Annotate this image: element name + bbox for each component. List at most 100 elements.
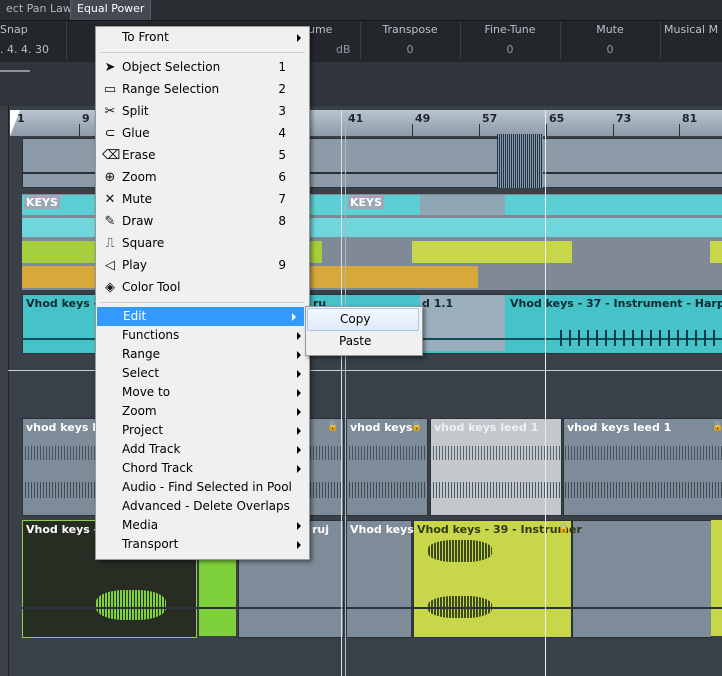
event-title: KEYS: [24, 196, 60, 209]
menu-item-range-selection[interactable]: ▭ Range Selection 2: [96, 80, 309, 99]
menu-item-zoom[interactable]: Zoom: [96, 402, 309, 421]
glue-icon: ⊂: [104, 126, 116, 141]
ruler-tick-label: 57: [482, 112, 498, 125]
fine-tune-label: Fine-Tune: [484, 23, 536, 36]
event-title: vhod keys leed 1: [434, 421, 539, 434]
submenu-arrow-icon: [297, 408, 301, 416]
menu-item-move-to[interactable]: Move to: [96, 383, 309, 402]
pencil-icon: ✎: [104, 214, 116, 229]
submenu-arrow-icon: [297, 541, 301, 549]
event-title: vhod keys: [350, 421, 413, 434]
submenu-arrow-icon: [297, 389, 301, 397]
range-selection-icon: ▭: [103, 82, 117, 97]
waveform-burst: [560, 330, 720, 346]
audio-event[interactable]: [572, 520, 712, 638]
left-locator-line: [341, 110, 342, 676]
menu-item-mute[interactable]: ✕ Mute 7: [96, 190, 309, 209]
keys-lane-yellow[interactable]: [710, 241, 722, 263]
tab-equal-power[interactable]: Equal Power: [70, 0, 152, 20]
ruler-tick: [79, 124, 80, 136]
ruler-tick: [546, 124, 547, 136]
menu-item-to-front[interactable]: To Front: [96, 28, 309, 47]
submenu-arrow-icon: [297, 446, 301, 454]
ruler-tick: [479, 124, 480, 136]
menu-item-glue[interactable]: ⊂ Glue 4: [96, 124, 309, 143]
magnifier-icon: ⊕: [104, 170, 116, 185]
submenu-item-paste[interactable]: Paste: [307, 331, 417, 352]
ruler-tick-label: 1: [17, 112, 25, 125]
tab-pan-law[interactable]: ect Pan Law: [0, 0, 78, 20]
mute-label: Mute: [596, 23, 624, 36]
menu-item-play[interactable]: ◁ Play 9: [96, 256, 309, 275]
submenu-arrow-icon: [297, 427, 301, 435]
menu-item-add-track[interactable]: Add Track: [96, 440, 309, 459]
volume-value[interactable]: dB: [336, 43, 356, 56]
ruler-tick-label: 9: [82, 112, 90, 125]
submenu-arrow-icon: [297, 332, 301, 340]
snap-label: Snap: [0, 23, 28, 36]
paint-bucket-icon: ◈: [105, 280, 115, 295]
mute-x-icon: ✕: [104, 192, 116, 207]
submenu-arrow-icon: [297, 522, 301, 530]
menu-item-split[interactable]: ✂ Split 3: [96, 102, 309, 121]
menu-item-find-selected-in-pool[interactable]: Audio - Find Selected in Pool: [96, 478, 309, 497]
menu-item-select[interactable]: Select: [96, 364, 309, 383]
info-separator: [360, 22, 361, 60]
ruler-tick-label: 49: [415, 112, 431, 125]
submenu-arrow-icon: [297, 34, 301, 42]
lock-icon: 🔒: [411, 422, 423, 432]
keys-event-gap: [420, 195, 505, 215]
instrument-event-yellow[interactable]: [711, 520, 722, 636]
arrow-pointer-icon: ➤: [104, 60, 116, 75]
submenu-arrow-icon: [292, 313, 296, 321]
menu-item-draw[interactable]: ✎ Draw 8: [96, 212, 309, 231]
menu-separator: [100, 52, 305, 53]
ruler-tick: [412, 124, 413, 136]
transpose-value[interactable]: 0: [362, 43, 458, 56]
keys-lane-yellow[interactable]: [412, 241, 572, 263]
volume-label: ume: [308, 23, 333, 36]
menu-item-edit[interactable]: Edit: [97, 307, 304, 326]
speaker-icon: ◁: [105, 258, 115, 273]
fine-tune-value[interactable]: 0: [462, 43, 558, 56]
event-title: d 1.1: [422, 297, 454, 310]
menu-item-zoom-tool[interactable]: ⊕ Zoom 6: [96, 168, 309, 187]
menu-item-transport[interactable]: Transport: [96, 535, 309, 554]
ruler-tick: [613, 124, 614, 136]
submenu-item-copy[interactable]: Copy: [307, 308, 419, 331]
waveform-burst: [497, 134, 543, 188]
lock-icon: 🔒: [558, 524, 570, 534]
lock-icon: 🔒: [327, 422, 339, 432]
audio-event[interactable]: [346, 520, 412, 638]
menu-item-erase[interactable]: ⌫ Erase 5: [96, 146, 309, 165]
event-title: vhod keys leed 1: [567, 421, 672, 434]
waveform-line: [22, 607, 722, 609]
square-wave-icon: ⎍: [105, 236, 115, 251]
snap-value[interactable]: . 4. 4. 30: [0, 43, 62, 56]
locator-line: [345, 110, 346, 676]
menu-item-project[interactable]: Project: [96, 421, 309, 440]
event-title: Vhod keys - 37 - Instrument - Harp: [510, 297, 722, 310]
menu-item-range[interactable]: Range: [96, 345, 309, 364]
scissors-icon: ✂: [104, 104, 116, 119]
info-separator: [460, 22, 461, 60]
menu-item-functions[interactable]: Functions: [96, 326, 309, 345]
ruler-tick-label: 81: [682, 112, 698, 125]
waveform-burst: [96, 590, 166, 620]
lock-icon: 🔒: [712, 422, 722, 432]
menu-item-object-selection[interactable]: ➤ Object Selection 1: [96, 58, 309, 77]
menu-item-chord-track[interactable]: Chord Track: [96, 459, 309, 478]
menu-item-delete-overlaps[interactable]: Advanced - Delete Overlaps: [96, 497, 309, 516]
menu-item-color-tool[interactable]: ◈ Color Tool: [96, 278, 309, 297]
event-title: ruj: [312, 523, 330, 536]
menu-item-square[interactable]: ⎍ Square: [96, 234, 309, 253]
menu-separator: [100, 302, 305, 303]
audio-event-green[interactable]: [199, 558, 236, 636]
submenu-arrow-icon: [297, 351, 301, 359]
mute-value[interactable]: 0: [562, 43, 658, 56]
menu-item-media[interactable]: Media: [96, 516, 309, 535]
instrument-event-yellow[interactable]: [413, 520, 572, 638]
project-cursor[interactable]: [545, 110, 546, 676]
event-title: KEYS: [348, 196, 384, 209]
eraser-icon: ⌫: [102, 148, 121, 163]
